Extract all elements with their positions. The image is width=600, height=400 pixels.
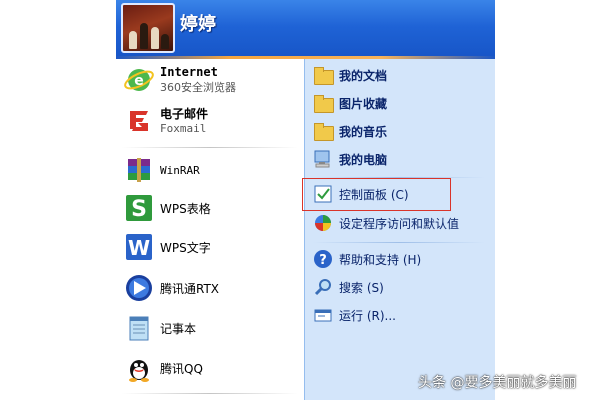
program-wps-writer-label: WPS文字 — [160, 240, 211, 255]
separator — [122, 147, 298, 148]
program-rtx-label: 腾讯通RTX — [160, 281, 220, 296]
chess-piece-icon — [161, 34, 169, 49]
help-icon: ? — [313, 249, 333, 269]
notepad-icon — [124, 313, 154, 343]
ie-icon: e — [124, 65, 154, 95]
svg-text:S: S — [131, 197, 147, 222]
pinned-email-title: 电子邮件 — [160, 107, 209, 121]
place-my-computer[interactable]: 我的电脑 — [313, 149, 387, 169]
pinned-internet-subtitle: 360安全浏览器 — [160, 81, 236, 94]
program-wps-writer[interactable]: W WPS文字 — [124, 232, 211, 262]
program-access-icon — [313, 213, 333, 233]
programs-pane: e Internet 360安全浏览器 电子邮件 Foxmail WinRAR … — [116, 59, 304, 400]
program-wps-spreadsheet-label: WPS表格 — [160, 201, 211, 216]
pinned-internet-title: Internet — [160, 65, 218, 79]
chess-piece-icon — [129, 31, 137, 49]
place-my-music-label: 我的音乐 — [339, 124, 388, 139]
program-winrar-label: WinRAR — [160, 163, 200, 177]
search-icon — [313, 277, 333, 297]
wps-writer-icon: W — [124, 232, 154, 262]
chess-piece-icon — [140, 23, 148, 49]
place-my-pictures-label: 图片收藏 — [339, 96, 388, 111]
separator — [313, 242, 485, 243]
place-my-music[interactable]: 我的音乐 — [313, 121, 387, 141]
my-music-icon — [313, 121, 334, 141]
place-run[interactable]: 运行 (R)... — [313, 305, 396, 325]
my-computer-icon — [313, 149, 333, 169]
place-run-label: 运行 (R)... — [339, 308, 396, 323]
place-my-pictures[interactable]: 图片收藏 — [313, 93, 387, 113]
program-qq-label: 腾讯QQ — [160, 361, 203, 376]
svg-text:e: e — [134, 73, 144, 89]
wps-spreadsheet-icon: S — [124, 193, 154, 223]
chess-piece-icon — [151, 27, 159, 49]
start-menu-header: 婷婷 — [116, 0, 495, 58]
place-my-computer-label: 我的电脑 — [339, 152, 388, 167]
pinned-internet[interactable]: e Internet 360安全浏览器 — [124, 65, 236, 95]
place-search-label: 搜索 (S) — [339, 280, 384, 295]
user-avatar[interactable] — [121, 3, 175, 53]
program-qq[interactable]: 腾讯QQ — [124, 353, 203, 383]
program-rtx[interactable]: 腾讯通RTX — [124, 273, 219, 303]
my-pictures-icon — [313, 93, 334, 113]
rtx-icon — [124, 273, 154, 303]
qq-icon — [124, 353, 154, 383]
run-icon — [313, 305, 333, 325]
program-notepad[interactable]: 记事本 — [124, 313, 196, 343]
place-program-access[interactable]: 设定程序访问和默认值 — [313, 213, 459, 233]
program-winrar[interactable]: WinRAR — [124, 155, 200, 185]
my-documents-icon — [313, 65, 334, 85]
place-help-label: 帮助和支持 (H) — [339, 252, 422, 267]
pinned-email[interactable]: 电子邮件 Foxmail — [124, 105, 208, 135]
place-my-documents-label: 我的文档 — [339, 68, 388, 83]
program-notepad-label: 记事本 — [160, 321, 197, 336]
places-pane: 我的文档 图片收藏 我的音乐 我的电脑 控制面板 (C) 设定程序访问和默认值 … — [304, 59, 495, 400]
svg-text:W: W — [128, 236, 150, 260]
place-help[interactable]: ? 帮助和支持 (H) — [313, 249, 421, 269]
program-wps-spreadsheet[interactable]: S WPS表格 — [124, 193, 211, 223]
winrar-icon — [124, 155, 154, 185]
user-name: 婷婷 — [180, 14, 216, 35]
pinned-email-subtitle: Foxmail — [160, 122, 207, 135]
place-search[interactable]: 搜索 (S) — [313, 277, 384, 297]
place-my-documents[interactable]: 我的文档 — [313, 65, 387, 85]
place-program-access-label: 设定程序访问和默认值 — [339, 216, 460, 231]
control-panel-highlight — [302, 178, 451, 211]
watermark: 头条 @要多美丽就多美丽 — [418, 375, 577, 391]
svg-text:?: ? — [319, 253, 327, 268]
separator — [122, 393, 298, 394]
foxmail-icon — [124, 105, 154, 135]
